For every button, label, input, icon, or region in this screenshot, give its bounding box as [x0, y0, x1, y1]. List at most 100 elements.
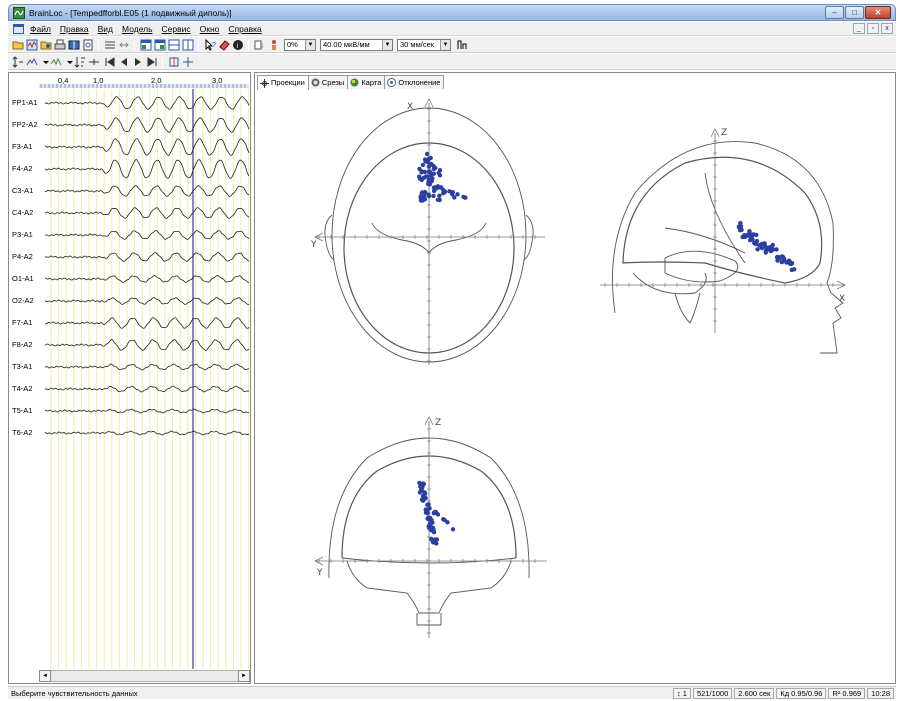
- channel-label: T3-A1: [12, 362, 33, 371]
- open-folder-icon[interactable]: [12, 39, 24, 51]
- dipole-point: [425, 516, 430, 521]
- scroll-left-button[interactable]: ◄: [39, 670, 51, 682]
- book-icon[interactable]: [68, 39, 80, 51]
- dipole-point: [429, 536, 434, 542]
- chevron-down-icon[interactable]: ▼: [382, 40, 392, 50]
- mdi-restore-button[interactable]: ▫: [867, 23, 879, 34]
- status-message: Выберите чувствительность данных: [11, 689, 138, 698]
- r-squared: R² 0.969: [828, 688, 866, 699]
- dipole-coefficient: Кд 0.95/0.96: [776, 688, 827, 699]
- eeg-pane[interactable]: 0,4 1,0 2,0 3,0 FP1-A1 FP2-A2 F3-A1 F4-A2 C3…: [8, 72, 251, 684]
- front-view[interactable]: Z Y: [307, 403, 557, 653]
- cursor-icon[interactable]: [182, 56, 194, 68]
- dipole-info-icon[interactable]: i: [254, 39, 266, 51]
- eraser-icon[interactable]: [218, 39, 230, 51]
- dipole-point: [763, 248, 768, 253]
- step-forward-icon[interactable]: [132, 56, 144, 68]
- dipole-point: [434, 537, 440, 542]
- speed-select[interactable]: 30 мм/сек ▼: [397, 39, 451, 51]
- sort-icon[interactable]: [74, 56, 86, 68]
- mdi-close-button[interactable]: x: [881, 23, 893, 34]
- person-icon[interactable]: [268, 39, 280, 51]
- maximize-button[interactable]: □: [845, 6, 864, 19]
- dipole-point: [433, 509, 438, 515]
- projection-pane: Проекции Срезы Карта Отклонение X Y Z X …: [254, 72, 896, 684]
- top-view[interactable]: X Y: [307, 85, 557, 375]
- dipole-point: [417, 166, 422, 172]
- channel-label: O2-A2: [12, 296, 34, 305]
- menu-model[interactable]: Модель: [122, 24, 153, 34]
- dipole-point: [420, 483, 425, 488]
- dipole-point: [428, 155, 433, 161]
- menu-service[interactable]: Сервис: [162, 24, 191, 34]
- go-start-icon[interactable]: [104, 56, 116, 68]
- eeg-traces[interactable]: [9, 73, 250, 669]
- dipole-point: [445, 520, 450, 525]
- dipole-point: [433, 165, 438, 171]
- dipole-point: [421, 498, 426, 503]
- channel-label: T4-A2: [12, 384, 33, 393]
- dipole-point: [431, 527, 436, 532]
- tile-vertical-icon[interactable]: [182, 39, 194, 51]
- document-window-icon[interactable]: [13, 24, 24, 34]
- horizontal-scrollbar[interactable]: ◄ ►: [39, 670, 250, 682]
- dipole-point: [768, 248, 773, 253]
- side-view[interactable]: Z X: [595, 113, 855, 363]
- channel-label: O1-A1: [12, 274, 34, 283]
- dipole-point: [424, 151, 430, 157]
- cerebellum: [632, 272, 707, 295]
- status-bar: Выберите чувствительность данных ↕ 1 521…: [8, 686, 896, 699]
- scroll-right-button[interactable]: ►: [238, 670, 250, 682]
- step-back-icon[interactable]: [118, 56, 130, 68]
- dipole-point: [739, 227, 744, 233]
- menu-view[interactable]: Вид: [98, 24, 113, 34]
- chevron-down-icon[interactable]: ▼: [305, 40, 315, 50]
- dipole-point: [792, 267, 797, 272]
- dipole-point: [436, 170, 441, 176]
- dipole-point: [455, 192, 460, 197]
- swap-icon[interactable]: [118, 39, 130, 51]
- print-icon[interactable]: [54, 39, 66, 51]
- tile-horizontal-icon[interactable]: [168, 39, 180, 51]
- percent-select[interactable]: 0% ▼: [284, 39, 316, 51]
- go-end-icon[interactable]: [146, 56, 158, 68]
- sensitivity-select[interactable]: 40.00 мкВ/мм ▼: [320, 39, 393, 51]
- filter-icon[interactable]: [456, 39, 468, 51]
- tab-projections[interactable]: Проекции: [257, 75, 309, 90]
- chevron-down-icon[interactable]: ▼: [440, 40, 450, 50]
- close-button[interactable]: ✕: [865, 6, 891, 19]
- dipole-point: [754, 232, 759, 238]
- info-icon[interactable]: i: [232, 39, 244, 51]
- montage-icon[interactable]: [26, 56, 38, 68]
- zoom-icon[interactable]: [88, 56, 100, 68]
- dipole-point: [438, 185, 444, 190]
- print-preview-icon[interactable]: [82, 39, 94, 51]
- mdi-minimize-button[interactable]: _: [853, 23, 865, 34]
- dipole-count: ↕ 1: [672, 688, 691, 699]
- menu-help[interactable]: Справка: [228, 24, 261, 34]
- marker-icon[interactable]: [168, 56, 180, 68]
- window-layout-2-icon[interactable]: [154, 39, 166, 51]
- channel-label: FP2-A2: [12, 120, 38, 129]
- channel-label: P3-A1: [12, 230, 33, 239]
- dipole-point: [738, 220, 743, 226]
- dipole-cluster: [417, 151, 468, 203]
- time-ruler: [39, 84, 249, 88]
- menu-file[interactable]: Файл: [30, 24, 51, 34]
- tab-label: Проекции: [271, 78, 305, 87]
- window-layout-1-icon[interactable]: [140, 39, 152, 51]
- menu-edit[interactable]: Правка: [60, 24, 89, 34]
- channel-label: T6-A2: [12, 428, 33, 437]
- context-help-icon[interactable]: ?: [204, 39, 216, 51]
- minimize-button[interactable]: –: [825, 6, 844, 19]
- channels-icon[interactable]: [104, 39, 116, 51]
- menu-window[interactable]: Окно: [200, 24, 220, 34]
- channel-label: F7-A1: [12, 318, 33, 327]
- vertical-scale-icon[interactable]: [12, 56, 24, 68]
- svg-text:i: i: [262, 44, 263, 50]
- time-position: 2.600 сек: [734, 688, 775, 699]
- dipole-point: [740, 234, 745, 240]
- filter-settings-icon[interactable]: [50, 56, 62, 68]
- open-eeg-icon[interactable]: [26, 39, 38, 51]
- open-model-icon[interactable]: [40, 39, 52, 51]
